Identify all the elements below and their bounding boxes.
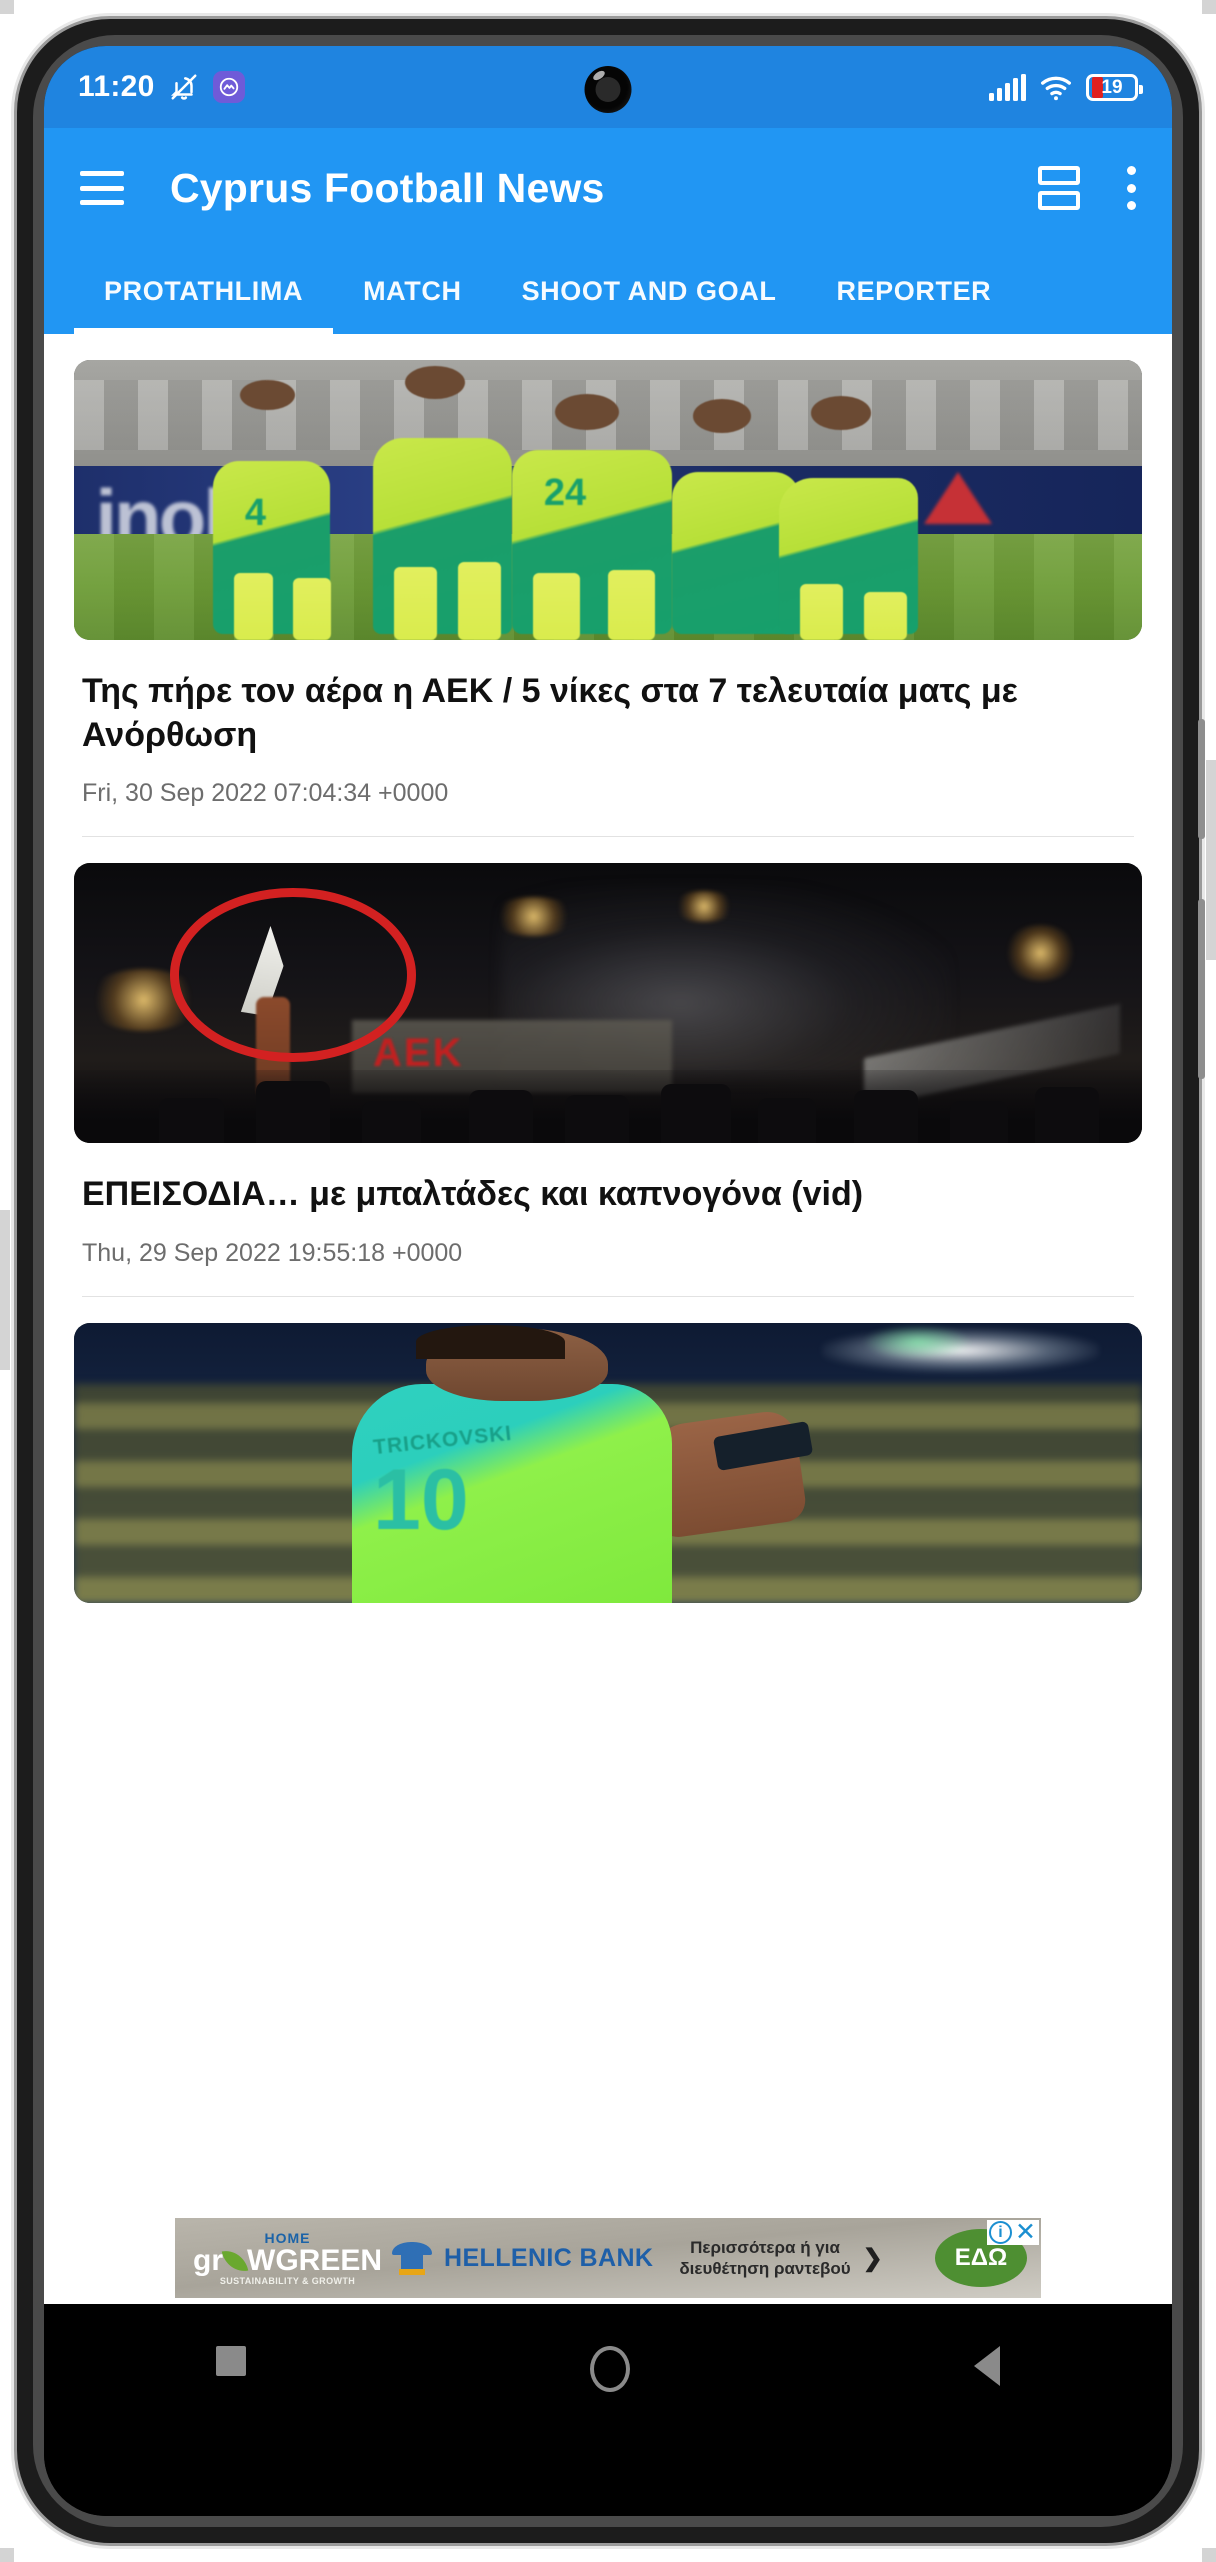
article-thumbnail[interactable]: inokda 4 [74,360,1142,640]
greek-column-icon [390,2240,434,2276]
coinmarketcap-app-icon [212,71,245,103]
bell-off-icon [169,72,199,102]
news-list[interactable]: inokda 4 [44,334,1172,2304]
tab-reporter[interactable]: REPORTER [806,248,1021,334]
chevron-right-icon: ❯ [862,2244,883,2272]
ad-banner[interactable]: HOME gr WGREEN SUSTAINABILITY & GROWTH H… [44,2218,1172,2304]
backdrop-corner-top-right [1202,0,1216,14]
battery-low-icon: 19 [1086,74,1143,101]
status-bar-right: 19 [989,73,1143,101]
ad-brand-tagline: SUSTAINABILITY & GROWTH [219,2276,356,2286]
tab-shoot-and-goal[interactable]: SHOOT AND GOAL [492,248,807,334]
backdrop-corner-bottom-right [1202,2548,1216,2562]
status-bar-left: 11:20 [78,70,245,104]
page-title: Cyprus Football News [170,164,605,211]
hamburger-menu-icon[interactable] [80,171,124,205]
system-navigation-bar[interactable] [44,2304,1172,2516]
photo-overlay-text: AEK [373,1030,464,1075]
article-title[interactable]: Της πήρε τον αέρα η ΑΕΚ / 5 νίκες στα 7 … [74,670,1142,757]
more-vertical-icon[interactable] [1126,166,1136,210]
cellular-signal-icon [989,74,1026,101]
ad-copy: Περισσότερα ή για διευθέτηση ραντεβού ❯ [679,2237,935,2280]
leaf-icon [221,2246,249,2276]
home-circle-icon[interactable] [590,2346,630,2392]
app-bar: Cyprus Football News [44,128,1172,248]
battery-level-label: 19 [1101,77,1123,98]
ad-brand-suffix: WGREEN [247,2244,382,2277]
list-item[interactable]: TRICKOVSKI 10 [44,1297,1172,1603]
power-button[interactable] [1198,719,1205,839]
back-triangle-icon[interactable] [974,2346,1000,2386]
ad-copy-line2: διευθέτηση ραντεβού [679,2259,851,2278]
ad-copy-line1: Περισσότερα ή για [690,2237,840,2257]
backdrop-corner-top-left [0,0,14,14]
player-number-10-celebrating-photo: TRICKOVSKI 10 [74,1322,1142,1603]
phone-screen: 11:20 19 Cyprus Football News PROTATHLIM… [44,46,1172,2516]
screenshot-root: 11:20 19 Cyprus Football News PROTATHLIM… [0,0,1216,2562]
backdrop-corner-bottom-left [0,2548,14,2562]
volume-up-button[interactable] [1198,899,1205,1079]
backdrop-edge-left [0,1210,10,1370]
ad-creative[interactable]: HOME gr WGREEN SUSTAINABILITY & GROWTH H… [175,2218,1041,2298]
article-thumbnail[interactable]: TRICKOVSKI 10 [74,1322,1142,1603]
status-clock: 11:20 [78,70,155,103]
article-date: Fri, 30 Sep 2022 07:04:34 +0000 [82,779,449,808]
list-item[interactable]: inokda 4 [44,334,1172,838]
article-thumbnail[interactable]: AEK [74,863,1142,1144]
ad-copy-text: Περισσότερα ή για διευθέτηση ραντεβού [679,2237,850,2280]
app-bar-actions [1038,166,1136,210]
article-date: Thu, 29 Sep 2022 19:55:18 +0000 [82,1238,463,1267]
football-players-celebrating-photo: inokda 4 [74,360,1142,640]
tab-match[interactable]: MATCH [333,248,491,334]
backdrop-edge-right [1206,760,1216,960]
article-title[interactable]: ΕΠΕΙΣΟΔΙΑ… με μπαλτάδες και καπνογόνα (v… [74,1173,1142,1217]
photo-jersey-number: 10 [373,1451,469,1548]
night-incident-video-still: AEK [74,863,1142,1144]
layout-toggle-icon[interactable] [1038,166,1080,210]
ad-info-icon[interactable]: i [989,2221,1012,2244]
ad-close-icon[interactable]: ✕ [1014,2220,1037,2245]
front-camera-punch-hole [584,66,632,113]
tab-bar[interactable]: PROTATHLIMA MATCH SHOOT AND GOAL REPORTE… [44,248,1172,334]
ad-brand-prefix: gr [193,2244,223,2277]
tab-protathlima[interactable]: PROTATHLIMA [74,248,334,334]
photo-jersey-number: 4 [244,491,267,534]
wifi-icon [1039,73,1073,101]
list-item[interactable]: AEK ΕΠΕΙΣΟΔΙΑ… με μπαλτάδες και καπνογόν… [44,837,1172,1297]
phone-device-frame: 11:20 19 Cyprus Football News PROTATHLIM… [14,16,1205,2546]
recents-square-icon[interactable] [216,2346,246,2376]
ad-brand-wordmark: gr WGREEN [193,2246,382,2276]
ad-brand-hellenic-bank: HELLENIC BANK [390,2240,653,2276]
ad-bank-name-label: HELLENIC BANK [444,2243,654,2272]
ad-controls[interactable]: i ✕ [987,2220,1039,2245]
ad-brand-growgreen: HOME gr WGREEN SUSTAINABILITY & GROWTH [175,2230,390,2286]
